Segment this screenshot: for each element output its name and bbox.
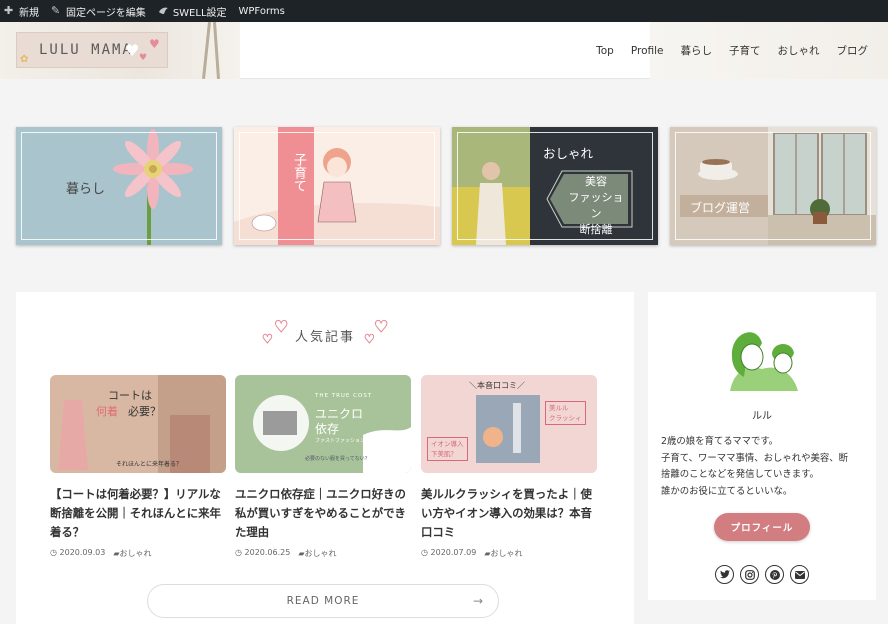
thumb-text: THE TRUE COST — [315, 393, 373, 399]
thumb-text: ＼本音口コミ／ — [469, 381, 525, 390]
profile-description-line: 2歳の娘を育てるママです。 — [661, 436, 779, 447]
thumb-text: 必要のない服を買ってない？ — [305, 456, 370, 462]
site-header: ✿ LULU MAMA ♥ ♥ ♥ Top Profile 暮らし 子育て おし… — [0, 21, 888, 80]
read-more-button[interactable]: READ MORE → — [147, 584, 499, 618]
banner-blog[interactable]: ブログ運営 — [670, 127, 876, 245]
post-thumbnail[interactable]: ＼本音口コミ／ 美ルル クラッシィ イオン導入 下美肌？ — [421, 375, 597, 473]
profile-widget: ルル 2歳の娘を育てるママです。 子育て、ワーママ事情、おしゃれや美容、断 捨離… — [648, 292, 876, 600]
banner-kosodate[interactable]: 子育て — [234, 127, 440, 245]
clock-icon: ◷ 2020.06.25 — [235, 548, 291, 557]
thumb-text: 何着 — [96, 405, 118, 418]
popular-posts-title: 人気記事 — [294, 330, 355, 345]
nav-blog[interactable]: ブログ — [837, 43, 869, 58]
admin-new-item[interactable]: ✚ 新規 — [0, 0, 47, 22]
thumb-badge: 美ルル クラッシィ — [545, 401, 586, 425]
nav-oshare[interactable]: おしゃれ — [778, 43, 820, 58]
social-links — [715, 565, 809, 584]
clock-icon: ◷ 2020.09.03 — [50, 548, 106, 557]
twitter-icon[interactable] — [715, 565, 734, 584]
mail-icon[interactable] — [790, 565, 809, 584]
read-more-label: READ MORE — [286, 595, 360, 607]
post-date: 2020.07.09 — [430, 548, 477, 557]
post-category[interactable]: おしゃれ — [305, 549, 337, 558]
profile-name: ルル — [752, 411, 772, 422]
nav-kurashi[interactable]: 暮らし — [681, 43, 713, 58]
pencil-icon: ✎ — [51, 4, 61, 17]
post-category[interactable]: おしゃれ — [120, 549, 152, 558]
post-title[interactable]: ユニクロ依存症｜ユニクロ好きの私が買いすぎをやめることができた理由 — [235, 485, 411, 542]
nav-kosodate[interactable]: 子育て — [729, 43, 761, 58]
thumb-text: 依存 — [315, 422, 340, 436]
post-date: 2020.09.03 — [59, 548, 106, 557]
banner-kurashi[interactable]: 暮らし — [16, 127, 222, 245]
folder-icon: ▰おしゃれ — [113, 549, 152, 558]
post-title[interactable]: 美ルルクラッシィを買ったよ｜使い方やイオン導入の効果は？本音口コミ — [421, 485, 597, 542]
thumb-text: それほんとに来年着る？ — [116, 461, 183, 468]
plus-icon: ✚ — [4, 4, 14, 17]
category-banners: 暮らし 子育て おしゃれ 美容 ファッション 断捨離 ブログ運営 — [16, 127, 876, 245]
admin-edit-page-label: 固定ページを編集 — [66, 7, 146, 19]
profile-button[interactable]: プロフィール — [714, 513, 810, 541]
post-meta: ◷ 2020.06.25 ▰おしゃれ — [235, 548, 411, 559]
banner-oshare-sub-fashion: ファッション — [568, 191, 624, 220]
post-date: 2020.06.25 — [244, 548, 291, 557]
thumb-text: コートは — [108, 389, 152, 402]
profile-description-line: 捨離のことなどを発信していきます。 — [661, 469, 819, 480]
admin-new-label: 新規 — [19, 7, 39, 19]
admin-edit-page-item[interactable]: ✎ 固定ページを編集 — [47, 0, 154, 22]
post-meta: ◷ 2020.09.03 ▰おしゃれ — [50, 548, 226, 559]
banner-oshare-label: おしゃれ — [543, 146, 594, 161]
nav-profile[interactable]: Profile — [631, 45, 664, 57]
instagram-icon[interactable] — [740, 565, 759, 584]
profile-description-line: 誰かのお役に立てるといいな。 — [661, 485, 793, 497]
profile-description-line: 子育て、ワーママ事情、おしゃれや美容、断 — [661, 452, 849, 464]
admin-wpforms-item[interactable]: WPForms — [235, 0, 293, 22]
heart-icon: ♥ — [125, 41, 140, 60]
post-title[interactable]: 【コートは何着必要？】リアルな断捨離を公開｜それほんとに来年着る？ — [50, 485, 226, 542]
profile-avatar[interactable] — [722, 319, 802, 391]
post-card[interactable]: THE TRUE COST ユニクロ 依存 ファストファッションの代償 必要のな… — [235, 375, 411, 559]
folder-icon: ▰おしゃれ — [298, 549, 337, 558]
post-meta: ◷ 2020.07.09 ▰おしゃれ — [421, 548, 597, 559]
logo-text: LULU MAMA — [39, 42, 133, 58]
banner-oshare-sublabels: 美容 ファッション 断捨離 — [564, 174, 628, 238]
pinterest-icon[interactable] — [765, 565, 784, 584]
banner-oshare[interactable]: おしゃれ 美容 ファッション 断捨離 — [452, 127, 658, 245]
heart-icon: ♥ — [139, 53, 148, 63]
arrow-right-icon: → — [472, 594, 484, 608]
post-thumbnail[interactable]: コートは 何着 必要？ それほんとに来年着る？ — [50, 375, 226, 473]
folder-icon: ▰おしゃれ — [484, 549, 523, 558]
post-card[interactable]: ＼本音口コミ／ 美ルル クラッシィ イオン導入 下美肌？ 美ルルクラッシィを買ったよ… — [421, 375, 597, 559]
heart-icon: ♥ — [149, 37, 160, 51]
admin-swell-settings-label: SWELL設定 — [172, 7, 227, 19]
swell-bird-icon — [158, 6, 168, 16]
post-thumbnail[interactable]: THE TRUE COST ユニクロ 依存 ファストファッションの代償 必要のな… — [235, 375, 411, 473]
banner-kurashi-label: 暮らし — [66, 182, 106, 197]
banner-oshare-sub-danshari: 断捨離 — [579, 223, 613, 236]
post-category[interactable]: おしゃれ — [491, 549, 523, 558]
admin-bar: ✚ 新規 ✎ 固定ページを編集 SWELL設定 WPForms — [0, 0, 888, 22]
admin-swell-settings-item[interactable]: SWELL設定 — [154, 0, 235, 22]
thumb-badge: イオン導入 下美肌？ — [427, 437, 468, 461]
banner-blog-label: ブログ運営 — [690, 201, 751, 215]
post-card[interactable]: コートは 何着 必要？ それほんとに来年着る？ 【コートは何着必要？】リアルな断… — [50, 375, 226, 559]
nav-top[interactable]: Top — [596, 45, 614, 57]
admin-wpforms-label: WPForms — [238, 5, 285, 17]
banner-oshare-sub-beauty: 美容 — [585, 175, 607, 188]
clock-icon: ◷ 2020.07.09 — [421, 548, 477, 557]
banner-kosodate-label: 子育て — [291, 153, 306, 192]
profile-description: 2歳の娘を育てるママです。 子育て、ワーママ事情、おしゃれや美容、断 捨離のこと… — [661, 434, 869, 500]
thumb-text: ファストファッションの代償 — [315, 438, 381, 444]
butterfly-icon: ✿ — [20, 54, 29, 65]
global-nav: Top Profile 暮らし 子育て おしゃれ ブログ — [596, 22, 868, 79]
site-logo[interactable]: ✿ LULU MAMA ♥ ♥ ♥ — [16, 32, 168, 68]
thumb-text: 必要？ — [128, 405, 161, 418]
main-content: ♥ ♥ ♥ ♥ 人気記事 コートは 何着 必要？ それほんとに来年着る？ 【コー… — [16, 292, 634, 624]
